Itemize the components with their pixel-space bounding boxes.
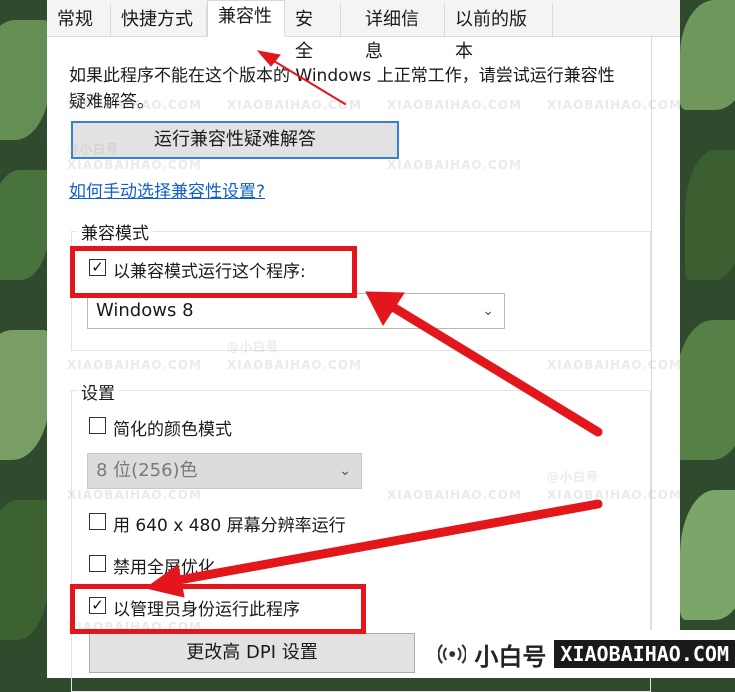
arrow-head <box>144 564 185 598</box>
watermark-badge: 小白号 XIAOBAIHAO.COM <box>430 630 735 678</box>
badge-brand-cn: 小白号 <box>474 642 547 671</box>
annotation-arrows <box>144 50 603 598</box>
signal-icon <box>438 644 467 664</box>
arrow-to-admin-box <box>163 499 603 587</box>
badge-brand-en: XIAOBAIHAO.COM <box>554 640 735 668</box>
arrow-to-compat-box <box>383 299 603 437</box>
arrow-to-tab <box>263 54 346 105</box>
